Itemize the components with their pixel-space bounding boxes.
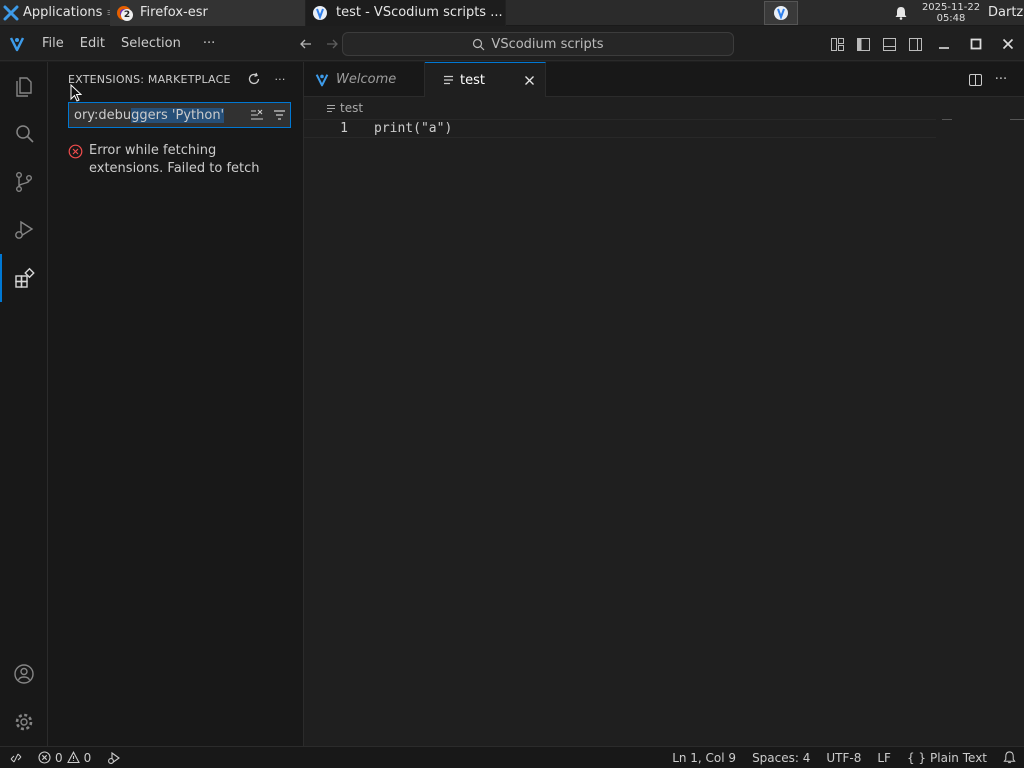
manage-gear-icon[interactable] bbox=[0, 698, 48, 746]
toggle-primary-sidebar-icon[interactable] bbox=[850, 27, 876, 61]
errors-icon bbox=[38, 751, 51, 764]
run-debug-icon[interactable] bbox=[0, 206, 48, 254]
mouse-pointer-icon bbox=[70, 84, 82, 102]
app-logo-icon bbox=[0, 35, 34, 53]
warnings-icon bbox=[66, 751, 80, 764]
accounts-icon[interactable] bbox=[0, 650, 48, 698]
notifications-bell-icon[interactable] bbox=[890, 6, 912, 20]
vscodium-task[interactable]: test - VScodium scripts ... bbox=[306, 0, 506, 26]
search-view-icon[interactable] bbox=[0, 110, 48, 158]
cursor-position[interactable]: Ln 1, Col 9 bbox=[664, 747, 744, 768]
explorer-icon[interactable] bbox=[0, 62, 48, 110]
clear-search-results-icon[interactable] bbox=[246, 109, 268, 121]
applications-menu[interactable]: Applications ≡ bbox=[0, 0, 116, 26]
firefox-task-label: Firefox-esr bbox=[140, 5, 208, 20]
fetch-error-message: Error while fetching extensions. Failed … bbox=[68, 142, 288, 178]
clock-time: 05:48 bbox=[936, 12, 966, 24]
applications-label: Applications bbox=[23, 5, 103, 20]
scrollbar-marker bbox=[1010, 119, 1024, 120]
notifications-icon[interactable] bbox=[995, 747, 1024, 768]
clock[interactable]: 2025-11-22 05:48 bbox=[916, 2, 986, 24]
debug-status-icon[interactable] bbox=[99, 747, 129, 768]
extensions-icon[interactable] bbox=[0, 254, 48, 302]
os-taskbar: Applications ≡ 2 Firefox-esr test - VSco… bbox=[0, 0, 1024, 26]
menu-file[interactable]: File bbox=[34, 27, 72, 61]
refresh-icon[interactable] bbox=[241, 72, 267, 86]
clock-date: 2025-11-22 bbox=[921, 1, 981, 13]
menu-edit[interactable]: Edit bbox=[72, 27, 113, 61]
extension-search-input[interactable]: ory:debuggers 'Python' bbox=[68, 102, 291, 128]
minimize-icon[interactable] bbox=[928, 27, 960, 61]
close-window-icon[interactable] bbox=[992, 27, 1024, 61]
menu-selection[interactable]: Selection bbox=[113, 27, 189, 61]
error-text: Error while fetching extensions. Failed … bbox=[89, 143, 260, 176]
filter-icon[interactable] bbox=[268, 109, 290, 121]
vscodium-icon bbox=[312, 5, 328, 21]
firefox-task[interactable]: 2 Firefox-esr bbox=[110, 0, 306, 26]
tab-welcome-label: Welcome bbox=[336, 72, 397, 87]
end-of-line[interactable]: LF bbox=[869, 747, 899, 768]
tab-test-label: test bbox=[460, 72, 485, 88]
search-query-text[interactable]: ory:debuggers 'Python' bbox=[69, 107, 246, 123]
search-query-selected: ggers 'Python' bbox=[131, 107, 225, 123]
welcome-tab-icon bbox=[314, 72, 330, 88]
title-bar: File Edit Selection ··· VScodium scripts bbox=[0, 27, 1024, 61]
maximize-icon[interactable] bbox=[960, 27, 992, 61]
tab-test[interactable]: test bbox=[425, 62, 546, 97]
editor-more-actions-icon[interactable]: ··· bbox=[988, 63, 1014, 97]
language-mode[interactable]: { } Plain Text bbox=[899, 747, 995, 768]
tab-welcome[interactable]: Welcome bbox=[304, 62, 425, 97]
toggle-panel-icon[interactable] bbox=[876, 27, 902, 61]
status-bar: 0 0 Ln 1, Col 9 Spaces: 4 UTF-8 LF { } P… bbox=[0, 746, 1024, 768]
source-control-icon[interactable] bbox=[0, 158, 48, 206]
problems-indicator[interactable]: 0 0 bbox=[30, 747, 99, 768]
extensions-sidebar: EXTENSIONS: MARKETPLACE ··· ory:debugger… bbox=[48, 62, 304, 746]
tray-vscodium-icon[interactable] bbox=[764, 0, 798, 25]
split-editor-icon[interactable] bbox=[962, 63, 988, 97]
vscodium-task-label: test - VScodium scripts ... bbox=[336, 5, 503, 20]
breadcrumb-label: test bbox=[340, 101, 364, 115]
firefox-icon: 2 bbox=[116, 5, 133, 21]
close-tab-icon[interactable] bbox=[524, 75, 535, 86]
command-center-label: VScodium scripts bbox=[491, 36, 604, 52]
error-icon bbox=[68, 144, 83, 160]
language-label: Plain Text bbox=[930, 750, 987, 765]
editor-area: Welcome test ··· test 1 print("a") bbox=[304, 62, 1024, 746]
sidebar-title: EXTENSIONS: MARKETPLACE bbox=[68, 72, 231, 86]
search-query-before: ory:debu bbox=[74, 107, 132, 123]
errors-count: 0 bbox=[55, 750, 63, 765]
search-icon bbox=[472, 38, 485, 51]
sidebar-header: EXTENSIONS: MARKETPLACE ··· bbox=[48, 62, 303, 96]
encoding[interactable]: UTF-8 bbox=[818, 747, 869, 768]
toggle-secondary-sidebar-icon[interactable] bbox=[902, 27, 928, 61]
breadcrumb[interactable]: test bbox=[304, 97, 1024, 119]
customize-layout-icon[interactable] bbox=[824, 27, 850, 61]
file-lines-icon bbox=[443, 75, 454, 85]
applications-icon bbox=[3, 5, 19, 21]
remote-indicator-icon[interactable] bbox=[0, 747, 30, 768]
indentation[interactable]: Spaces: 4 bbox=[744, 747, 818, 768]
minimap-line bbox=[942, 119, 952, 120]
warnings-count: 0 bbox=[83, 750, 92, 765]
go-back-arrow-icon[interactable] bbox=[293, 31, 319, 57]
braces-icon: { } bbox=[906, 750, 927, 765]
user-menu[interactable]: Dartz bbox=[986, 0, 1024, 26]
line-number: 1 bbox=[340, 121, 348, 136]
breadcrumb-file-icon bbox=[326, 104, 336, 113]
menu-more[interactable]: ··· bbox=[195, 27, 223, 61]
firefox-badge: 2 bbox=[121, 8, 133, 21]
activity-bar bbox=[0, 62, 48, 746]
more-actions-icon[interactable]: ··· bbox=[267, 73, 293, 86]
code-text[interactable]: print("a") bbox=[348, 121, 452, 136]
code-line[interactable]: 1 print("a") bbox=[304, 119, 936, 138]
command-center-search[interactable]: VScodium scripts bbox=[342, 32, 734, 56]
editor-tabs: Welcome test ··· bbox=[304, 62, 1024, 97]
